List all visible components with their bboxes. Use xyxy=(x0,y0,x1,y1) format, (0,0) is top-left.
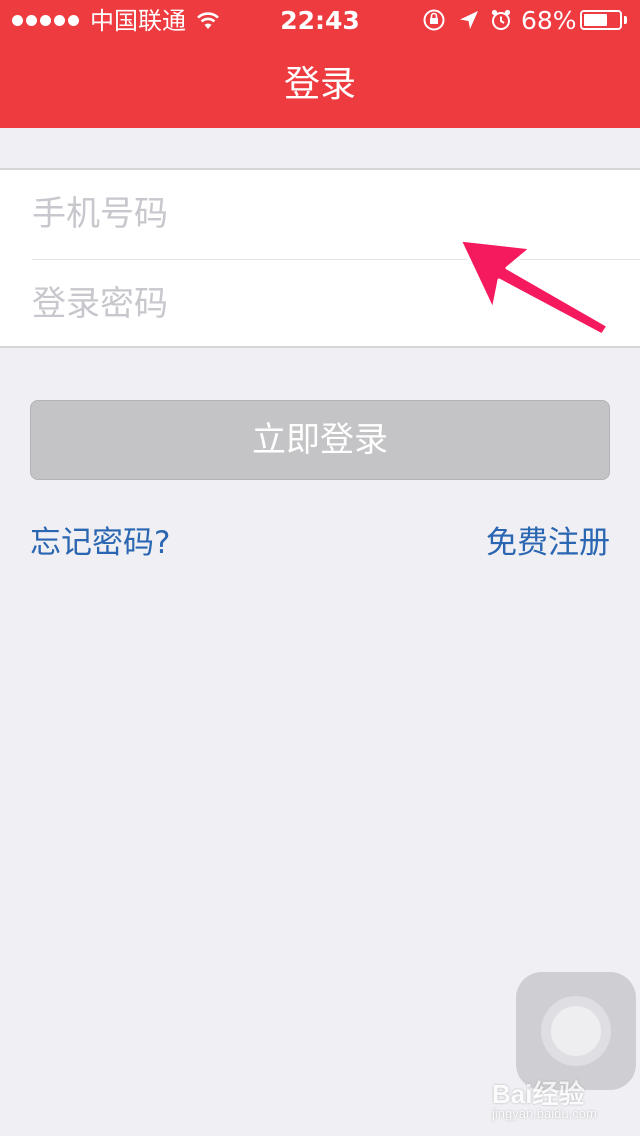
login-button[interactable]: 立即登录 xyxy=(30,400,610,480)
baidu-jingyan-watermark: Bai经验 jingyan.baidu.com xyxy=(492,1070,622,1130)
login-screen: 中国联通 22:43 68% 登录 手机号码 立即登录 忘记密码? 免费注册 B… xyxy=(0,0,640,1136)
annotation-arrow-icon xyxy=(458,238,610,337)
battery-percent: 68% xyxy=(521,6,577,35)
battery-fill xyxy=(584,14,607,26)
battery-icon xyxy=(580,10,622,30)
location-arrow-icon xyxy=(460,11,478,29)
watermark-url: jingyan.baidu.com xyxy=(492,1106,597,1121)
battery-cap xyxy=(624,16,627,24)
rotation-lock-icon xyxy=(423,9,445,31)
register-link[interactable]: 免费注册 xyxy=(486,520,610,566)
assistive-touch-core xyxy=(551,1006,601,1056)
page-title: 登录 xyxy=(283,64,356,105)
status-bar: 中国联通 22:43 68% xyxy=(0,0,640,40)
alarm-icon xyxy=(491,9,511,30)
forgot-password-link[interactable]: 忘记密码? xyxy=(30,520,170,566)
status-icons xyxy=(423,9,511,31)
top-bar: 中国联通 22:43 68% 登录 xyxy=(0,0,640,128)
